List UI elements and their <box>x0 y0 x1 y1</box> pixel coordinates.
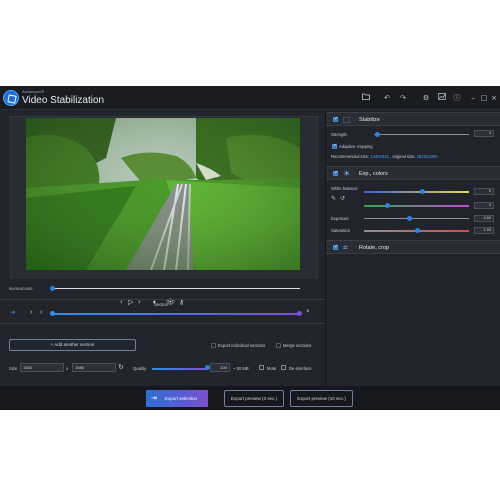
saturation-label: Saturation <box>331 228 351 233</box>
size-times-label: x <box>66 366 69 371</box>
exposure-slider[interactable] <box>364 218 469 219</box>
section-in-icon[interactable]: ⇥ <box>10 310 18 316</box>
quality-slider-handle[interactable] <box>204 365 210 370</box>
exposure-value[interactable]: -0.60 <box>474 215 494 222</box>
title-bar: Ashampoo® Video Stabilization ↶ ↷ ⚙ ⓘ – … <box>0 86 500 110</box>
original-size-label: , original size: <box>389 154 416 159</box>
divider <box>0 323 324 324</box>
stabilize-header[interactable]: ⬚ Stabilize <box>326 112 500 126</box>
rotate-crop-checkbox[interactable] <box>333 244 338 250</box>
section-prev-icon[interactable]: ‹ <box>40 309 42 316</box>
chart-icon[interactable] <box>436 93 448 103</box>
app-window: Ashampoo® Video Stabilization ↶ ↷ ⚙ ⓘ – … <box>0 86 500 410</box>
deinterlace-checkbox[interactable] <box>281 365 286 370</box>
export-preview-10-button[interactable]: Export preview (10 sec.) <box>290 390 353 407</box>
recommended-size-link[interactable]: 1440x810 <box>370 154 388 159</box>
stabilize-icon: ⬚ <box>343 115 351 124</box>
exposure-handle[interactable] <box>407 216 412 221</box>
section-start-handle[interactable] <box>50 311 55 316</box>
undo-icon[interactable]: ↶ <box>381 93 393 103</box>
deinterlace-label: De-interlace <box>289 366 312 371</box>
section-next-icon[interactable]: › <box>30 309 32 316</box>
divider <box>0 299 324 300</box>
crop-icon: ⌗ <box>343 243 348 252</box>
exposure-label: Exposure <box>331 216 349 221</box>
height-field[interactable]: 1080 <box>72 363 116 372</box>
section-end-handle[interactable] <box>297 311 302 316</box>
merge-sections-label: Merge sections <box>283 343 312 348</box>
quality-slider[interactable] <box>152 368 207 370</box>
close-button[interactable]: × <box>488 93 500 103</box>
export-individual-label: Export individual sections <box>218 343 266 348</box>
white-balance-handle-2[interactable] <box>385 203 390 208</box>
strength-value[interactable]: 4 <box>474 130 494 137</box>
quality-field[interactable]: 100 <box>210 363 230 372</box>
strength-slider-handle[interactable] <box>375 132 381 137</box>
remove-section-icon[interactable]: × <box>306 309 310 316</box>
white-balance-value-2[interactable]: 0 <box>474 202 494 209</box>
gear-icon[interactable]: ⚙ <box>420 93 432 103</box>
quality-label: Quality <box>133 366 147 371</box>
size-info: Recommended size: 1440x810 , original si… <box>331 154 437 159</box>
white-balance-label: White balance <box>331 186 358 191</box>
reset-icon[interactable]: ↺ <box>340 195 345 202</box>
section-label: Section <box>154 302 168 307</box>
app-title: Video Stabilization <box>22 95 105 106</box>
size-label: Size <box>9 366 18 371</box>
export-preview-3-button[interactable]: Export preview (3 sec.) <box>224 390 284 407</box>
add-section-button[interactable]: + Add another section <box>9 339 136 351</box>
sun-icon: ☀ <box>343 169 351 178</box>
settings-panel: ⬚ Stabilize Strength 4 Adaptive cropping… <box>325 110 500 410</box>
eyedropper-icon[interactable]: ✎ <box>331 195 336 202</box>
exp-colors-checkbox[interactable] <box>333 170 338 176</box>
section-range[interactable] <box>52 313 300 315</box>
file-size-label: ~ 50 MB <box>233 366 249 371</box>
info-icon[interactable]: ⓘ <box>451 93 463 103</box>
merge-sections-checkbox[interactable] <box>276 343 281 348</box>
redo-icon[interactable]: ↷ <box>397 93 409 103</box>
app-logo-icon <box>3 90 19 106</box>
reset-size-icon[interactable]: ↻ <box>118 363 124 372</box>
rotate-crop-header[interactable]: ⌗ Rotate, crop <box>326 240 500 254</box>
strength-label: Strength <box>331 132 347 137</box>
export-selection-button[interactable]: ⇥ Export selection <box>146 390 208 407</box>
recommended-size-label: Recommended size: <box>331 154 370 159</box>
folder-icon[interactable] <box>360 93 372 103</box>
mute-checkbox[interactable] <box>259 365 264 370</box>
saturation-handle[interactable] <box>415 228 420 233</box>
white-balance-slider-1[interactable] <box>364 191 469 193</box>
mute-label: Mute <box>267 366 277 371</box>
export-individual-checkbox[interactable] <box>211 343 216 348</box>
white-balance-handle-1[interactable] <box>420 189 425 194</box>
strength-slider[interactable] <box>374 134 469 135</box>
width-field[interactable]: 1920 <box>20 363 64 372</box>
timeline-track[interactable] <box>52 288 300 289</box>
exp-colors-header[interactable]: ☀ Exp., colors <box>326 166 500 180</box>
saturation-value[interactable]: 1.00 <box>474 227 494 234</box>
white-balance-value-1[interactable]: 0 <box>474 188 494 195</box>
rotate-crop-title: Rotate, crop <box>359 245 389 251</box>
preview-panel: ‹ ▷ › 🔈︎ 👁︎ ⚷ 00:00:00.000 Section ⇥ › ‹… <box>0 110 324 410</box>
timecode: 00:00:00.000 <box>9 286 33 291</box>
adaptive-cropping-checkbox[interactable] <box>332 143 337 149</box>
export-selection-label: Export selection <box>164 396 198 401</box>
export-icon: ⇥ <box>151 394 157 402</box>
timeline-handle[interactable] <box>49 286 55 291</box>
stabilize-checkbox[interactable] <box>333 116 338 122</box>
original-size-link[interactable]: 1920x1080 <box>417 154 438 159</box>
video-preview[interactable] <box>26 118 300 270</box>
white-balance-slider-2[interactable] <box>364 205 469 207</box>
stabilize-title: Stabilize <box>359 117 380 123</box>
brand-label: Ashampoo® <box>22 89 45 94</box>
adaptive-cropping-label: Adaptive cropping <box>339 144 373 149</box>
exp-colors-title: Exp., colors <box>359 171 388 177</box>
